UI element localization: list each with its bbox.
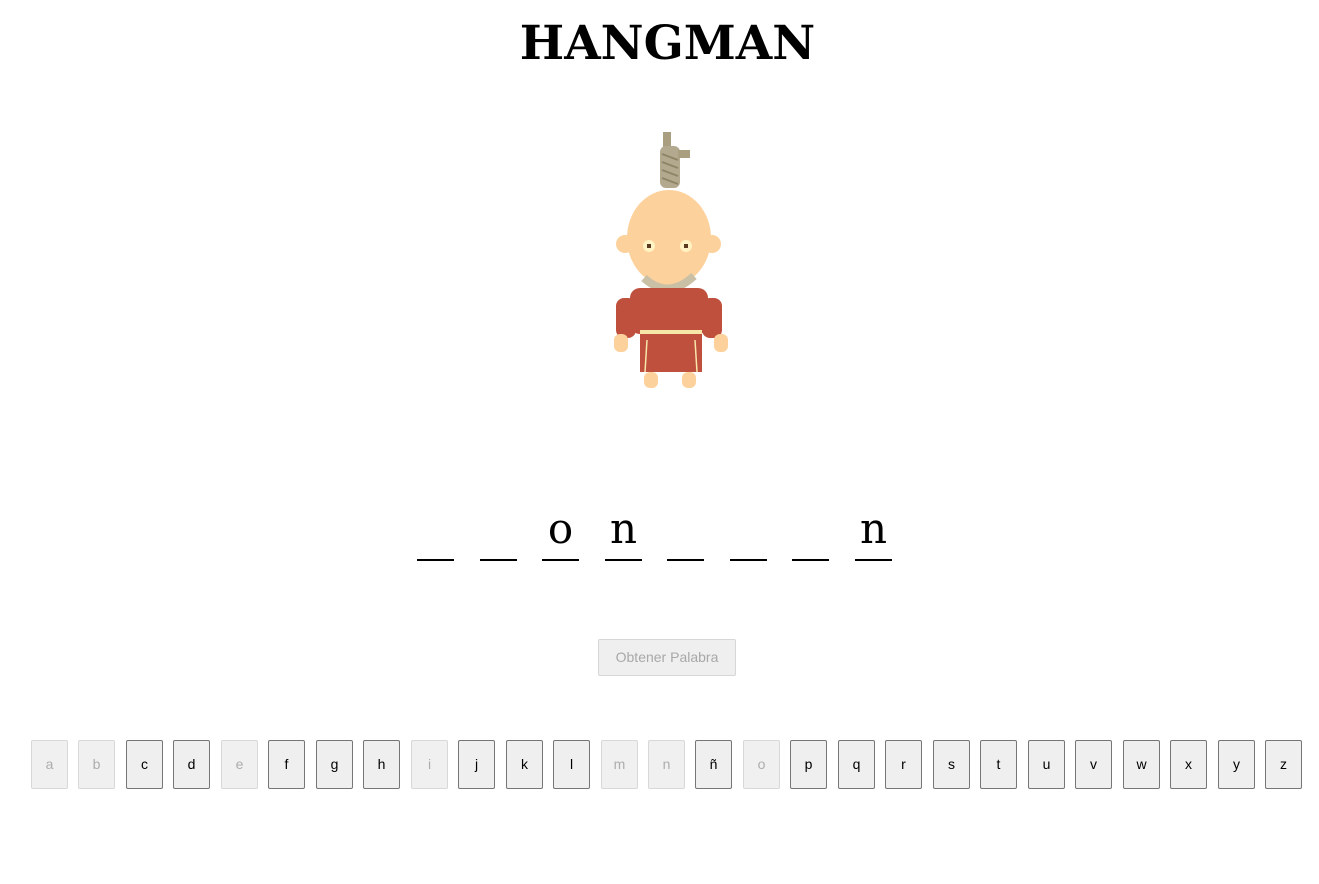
get-word-button: Obtener Palabra — [598, 639, 736, 676]
letter-slot: o — [542, 500, 579, 561]
key-p[interactable]: p — [790, 740, 827, 789]
key-s[interactable]: s — [933, 740, 970, 789]
letter-slot — [730, 500, 767, 561]
key-q[interactable]: q — [838, 740, 875, 789]
letter-slot: n — [605, 500, 642, 561]
hanged-man-icon — [600, 128, 740, 398]
letter-slot — [667, 500, 704, 561]
key-t[interactable]: t — [980, 740, 1017, 789]
key-u[interactable]: u — [1028, 740, 1065, 789]
key-z[interactable]: z — [1265, 740, 1302, 789]
key-i: i — [411, 740, 448, 789]
key-l[interactable]: l — [553, 740, 590, 789]
page-title: HANGMAN — [519, 16, 816, 71]
key-m: m — [601, 740, 638, 789]
key-g[interactable]: g — [316, 740, 353, 789]
key-o: o — [743, 740, 780, 789]
key-j[interactable]: j — [458, 740, 495, 789]
key-d[interactable]: d — [173, 740, 210, 789]
letter-slot — [792, 500, 829, 561]
key-b: b — [78, 740, 115, 789]
letter-slot — [480, 500, 517, 561]
key-r[interactable]: r — [885, 740, 922, 789]
key-ñ[interactable]: ñ — [695, 740, 732, 789]
key-k[interactable]: k — [506, 740, 543, 789]
key-y[interactable]: y — [1218, 740, 1255, 789]
key-v[interactable]: v — [1075, 740, 1112, 789]
key-f[interactable]: f — [268, 740, 305, 789]
key-n: n — [648, 740, 685, 789]
key-e: e — [221, 740, 258, 789]
key-w[interactable]: w — [1123, 740, 1160, 789]
key-c[interactable]: c — [126, 740, 163, 789]
letter-slot: n — [855, 500, 892, 561]
key-x[interactable]: x — [1170, 740, 1207, 789]
rope-icon — [660, 132, 690, 188]
key-a: a — [31, 740, 68, 789]
key-h[interactable]: h — [363, 740, 400, 789]
letter-slot — [417, 500, 454, 561]
